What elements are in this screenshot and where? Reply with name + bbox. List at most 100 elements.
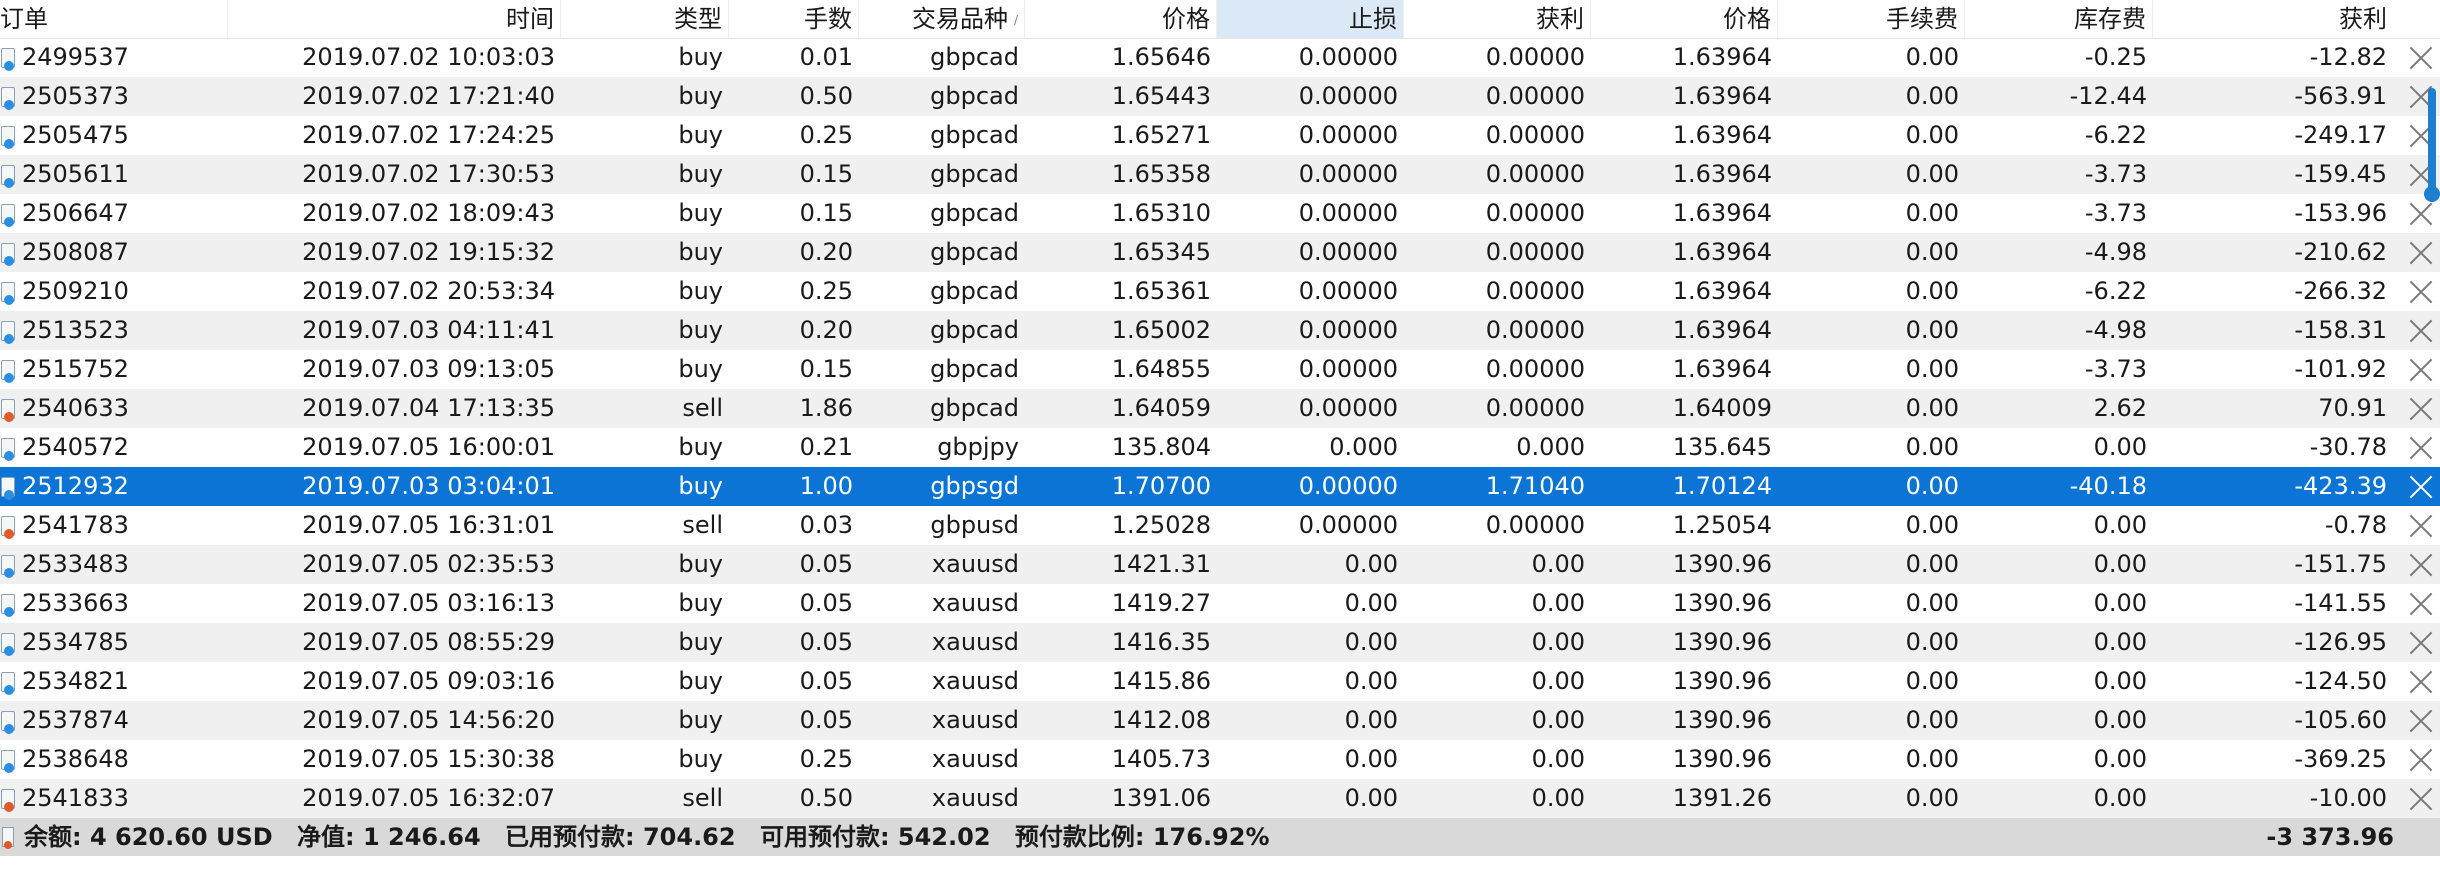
close-icon[interactable] (2406, 628, 2436, 658)
table-row[interactable]: 2499537 2019.07.02 10:03:03 buy 0.01 gbpcad 1… (0, 38, 2440, 77)
cell-time: 2019.07.05 03:16:13 (302, 589, 555, 617)
table-row[interactable]: 2540633 2019.07.04 17:13:35 sell 1.86 gbpcad… (0, 389, 2440, 428)
cell-tp: 0.00 (1531, 667, 1585, 695)
vertical-scrollbar-thumb[interactable] (2428, 88, 2436, 200)
header-price[interactable]: 价格 (1025, 0, 1217, 38)
cell-profit: -10.00 (2309, 784, 2387, 812)
cell-order: 2512932 (22, 472, 129, 500)
table-row[interactable]: 2505475 2019.07.02 17:24:25 buy 0.25 gbpcad 1… (0, 116, 2440, 155)
close-icon[interactable] (2406, 745, 2436, 775)
header-current-price[interactable]: 价格 (1591, 0, 1778, 38)
scrollbar-knob-icon[interactable] (2424, 186, 2440, 202)
table-row[interactable]: 2513523 2019.07.03 04:11:41 buy 0.20 gbpcad 1… (0, 311, 2440, 350)
cell-lots: 0.05 (799, 589, 853, 617)
cell-price: 1.65361 (1111, 277, 1211, 305)
table-row[interactable]: 2512932 2019.07.03 03:04:01 buy 1.00 gbpsgd 1… (0, 467, 2440, 506)
cell-current-price: 1.63964 (1672, 238, 1772, 266)
cell-order: 2508087 (22, 238, 129, 266)
table-row[interactable]: 2515752 2019.07.03 09:13:05 buy 0.15 gbpcad 1… (0, 350, 2440, 389)
cell-type: buy (678, 706, 723, 734)
cell-lots: 0.03 (799, 511, 853, 539)
cell-order: 2505373 (22, 82, 129, 110)
table-row[interactable]: 2505611 2019.07.02 17:30:53 buy 0.15 gbpcad 1… (0, 155, 2440, 194)
table-row[interactable]: 2534785 2019.07.05 08:55:29 buy 0.05 xauusd 1… (0, 623, 2440, 662)
cell-lots: 0.21 (799, 433, 853, 461)
cell-swap: 0.00 (2093, 706, 2147, 734)
cell-lots: 0.05 (799, 628, 853, 656)
close-icon[interactable] (2406, 394, 2436, 424)
table-row[interactable]: 2506647 2019.07.02 18:09:43 buy 0.15 gbpcad 1… (0, 194, 2440, 233)
header-time[interactable]: 时间 (228, 0, 561, 38)
cell-lots: 0.15 (799, 160, 853, 188)
total-profit: -3 373.96 (2266, 823, 2394, 851)
cell-time: 2019.07.03 03:04:01 (302, 472, 555, 500)
table-row[interactable]: 2509210 2019.07.02 20:53:34 buy 0.25 gbpcad 1… (0, 272, 2440, 311)
table-row[interactable]: 2534821 2019.07.05 09:03:16 buy 0.05 xauusd 1… (0, 662, 2440, 701)
close-icon[interactable] (2406, 784, 2436, 814)
close-icon[interactable] (2406, 316, 2436, 346)
table-row[interactable]: 2538648 2019.07.05 15:30:38 buy 0.25 xauusd 1… (0, 740, 2440, 779)
close-icon[interactable] (2406, 199, 2436, 229)
cell-lots: 1.00 (799, 472, 853, 500)
cell-swap: 0.00 (2093, 550, 2147, 578)
cell-time: 2019.07.05 02:35:53 (302, 550, 555, 578)
cell-price: 1.65646 (1111, 43, 1211, 71)
cell-sl: 0.00000 (1298, 238, 1398, 266)
table-row[interactable]: 2508087 2019.07.02 19:15:32 buy 0.20 gbpcad 1… (0, 233, 2440, 272)
close-icon[interactable] (2406, 511, 2436, 541)
close-icon[interactable] (2406, 706, 2436, 736)
header-lots[interactable]: 手数 (729, 0, 859, 38)
table-row[interactable]: 2540572 2019.07.05 16:00:01 buy 0.21 gbpjpy 1… (0, 428, 2440, 467)
cell-order: 2540572 (22, 433, 129, 461)
header-profit[interactable]: 获利 (2153, 0, 2393, 38)
header-order[interactable]: 订单 (0, 0, 228, 38)
order-buy-icon (1, 87, 15, 110)
header-type[interactable]: 类型 (561, 0, 729, 38)
header-sl[interactable]: 止损 (1217, 0, 1404, 38)
table-row[interactable]: 2505373 2019.07.02 17:21:40 buy 0.50 gbpcad 1… (0, 77, 2440, 116)
cell-price: 1391.06 (1111, 784, 1211, 812)
cell-commission: 0.00 (1905, 706, 1959, 734)
header-commission[interactable]: 手续费 (1778, 0, 1965, 38)
order-buy-icon (1, 48, 15, 71)
order-buy-icon (1, 477, 15, 500)
order-sell-icon (1, 399, 15, 422)
close-icon[interactable] (2406, 277, 2436, 307)
close-icon[interactable] (2406, 433, 2436, 463)
header-symbol[interactable]: 交易品种 / (859, 0, 1025, 38)
cell-profit: -124.50 (2294, 667, 2387, 695)
header-swap[interactable]: 库存费 (1965, 0, 2153, 38)
order-buy-icon (1, 282, 15, 305)
close-icon[interactable] (2406, 550, 2436, 580)
cell-price: 1419.27 (1111, 589, 1211, 617)
cell-symbol: gbpcad (930, 355, 1019, 383)
cell-time: 2019.07.02 10:03:03 (302, 43, 555, 71)
cell-commission: 0.00 (1905, 784, 1959, 812)
close-icon[interactable] (2406, 667, 2436, 697)
close-icon[interactable] (2406, 238, 2436, 268)
cell-swap: -40.18 (2069, 472, 2147, 500)
table-row[interactable]: 2537874 2019.07.05 14:56:20 buy 0.05 xauusd 1… (0, 701, 2440, 740)
table-row[interactable]: 2541783 2019.07.05 16:31:01 sell 0.03 gbpusd… (0, 506, 2440, 545)
close-icon[interactable] (2406, 43, 2436, 73)
cell-symbol: gbpcad (930, 43, 1019, 71)
cell-price: 1416.35 (1111, 628, 1211, 656)
cell-symbol: gbpcad (930, 316, 1019, 344)
order-buy-icon (1, 672, 15, 695)
table-row[interactable]: 2541833 2019.07.05 16:32:07 sell 0.50 xauusd… (0, 779, 2440, 818)
table-row[interactable]: 2533483 2019.07.05 02:35:53 buy 0.05 xauusd 1… (0, 545, 2440, 584)
close-icon[interactable] (2406, 355, 2436, 385)
header-tp[interactable]: 获利 (1404, 0, 1591, 38)
table-row[interactable]: 2533663 2019.07.05 03:16:13 buy 0.05 xauusd 1… (0, 584, 2440, 623)
cell-time: 2019.07.02 20:53:34 (302, 277, 555, 305)
cell-lots: 0.25 (799, 121, 853, 149)
cell-current-price: 1.64009 (1672, 394, 1772, 422)
cell-order: 2537874 (22, 706, 129, 734)
cell-order: 2541833 (22, 784, 129, 812)
cell-commission: 0.00 (1905, 316, 1959, 344)
close-icon[interactable] (2406, 472, 2436, 502)
close-icon[interactable] (2406, 589, 2436, 619)
cell-price: 1412.08 (1111, 706, 1211, 734)
cell-current-price: 1390.96 (1672, 628, 1772, 656)
cell-tp: 0.00000 (1485, 277, 1585, 305)
